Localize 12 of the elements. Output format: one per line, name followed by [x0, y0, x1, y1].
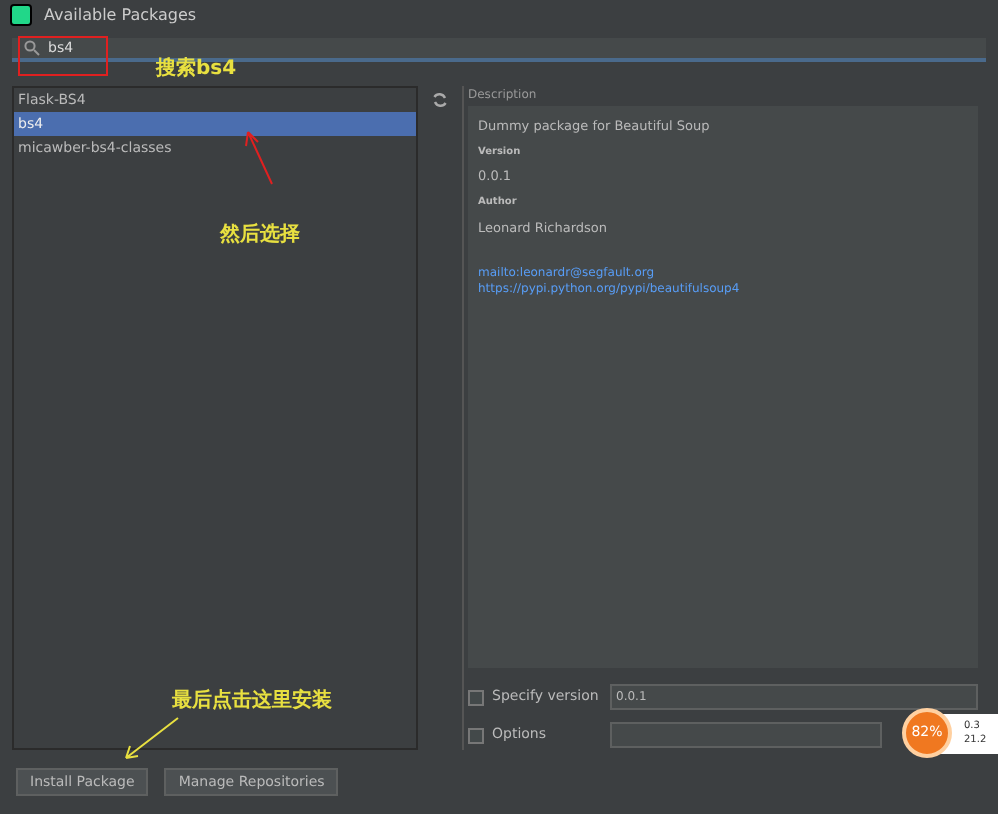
search-icon [24, 39, 40, 56]
annotation-text: 然后选择 [220, 221, 300, 250]
search-highlight-frame [18, 36, 108, 76]
annotation-arrow [240, 126, 276, 186]
checkbox[interactable] [468, 689, 484, 705]
checkbox[interactable] [468, 727, 484, 743]
annotation-text: 最后点击这里安装 [172, 686, 332, 716]
window-title: Available Packages [44, 3, 197, 28]
options-field[interactable] [610, 722, 882, 748]
annotation-arrow [120, 716, 180, 762]
refresh-icon[interactable] [432, 92, 448, 108]
app-icon [10, 4, 32, 27]
